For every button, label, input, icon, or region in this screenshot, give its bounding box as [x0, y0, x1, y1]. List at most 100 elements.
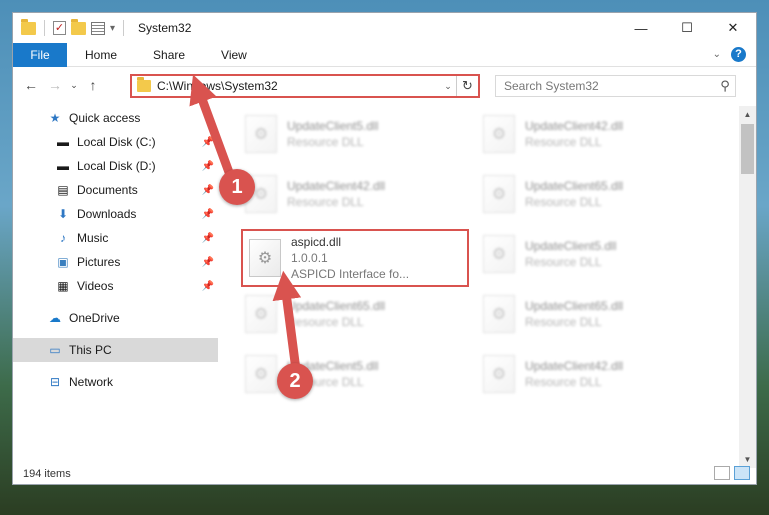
status-bar: 194 items: [13, 464, 756, 484]
list-item[interactable]: ⚙ UpdateClient42.dll Resource DLL: [245, 170, 465, 218]
close-button[interactable]: ✕: [710, 13, 756, 43]
sidebar-item-videos[interactable]: ▦ Videos 📌: [13, 274, 218, 298]
tab-file[interactable]: File: [13, 42, 67, 67]
file-name: aspicd.dll: [291, 235, 342, 249]
scroll-up-icon[interactable]: ▲: [739, 106, 756, 123]
search-icon[interactable]: ⚲: [715, 78, 735, 94]
list-item[interactable]: ⚙ UpdateClient5.dll Resource DLL: [245, 110, 465, 158]
dll-file-icon: ⚙: [245, 295, 277, 333]
sidebar-item-documents[interactable]: ▤ Documents 📌: [13, 178, 218, 202]
sidebar-item-label: OneDrive: [69, 311, 120, 325]
chevron-down-icon[interactable]: ▾: [110, 23, 115, 34]
dll-file-icon: ⚙: [483, 115, 515, 153]
recent-locations-icon[interactable]: ⌄: [67, 80, 81, 91]
sidebar-item-quick-access[interactable]: ★ Quick access: [13, 106, 218, 130]
list-item[interactable]: ⚙ UpdateClient65.dll Resource DLL: [483, 170, 703, 218]
new-folder-icon[interactable]: [71, 18, 86, 35]
back-arrow-icon[interactable]: ←: [19, 77, 43, 93]
sidebar-item-local-disk-c[interactable]: ▬ Local Disk (C:) 📌: [13, 130, 218, 154]
dll-file-icon: ⚙: [245, 115, 277, 153]
sidebar-item-network[interactable]: ⊟ Network: [13, 370, 218, 394]
dll-file-icon: ⚙: [245, 355, 277, 393]
sidebar-item-this-pc[interactable]: ▭ This PC: [13, 338, 218, 362]
scrollbar-thumb[interactable]: [741, 124, 754, 174]
properties-check-icon[interactable]: ✓: [53, 21, 66, 35]
up-arrow-icon[interactable]: ↑: [81, 77, 105, 93]
address-bar[interactable]: C:\Windows\System32 ⌄ ↻: [130, 74, 480, 98]
dll-file-icon: ⚙: [483, 295, 515, 333]
file-description: Resource DLL: [525, 255, 602, 269]
details-view-icon[interactable]: [714, 466, 730, 480]
callout-badge-2: 2: [277, 363, 313, 399]
search-input[interactable]: Search System32 ⚲: [495, 75, 736, 97]
sidebar-item-label: This PC: [69, 343, 112, 357]
file-description: Resource DLL: [525, 195, 602, 209]
list-item-aspicd[interactable]: ⚙ aspicd.dll 1.0.0.1 ASPICD Interface fo…: [241, 229, 469, 287]
file-name: UpdateClient42.dll: [287, 179, 386, 193]
file-name: UpdateClient42.dll: [525, 119, 624, 133]
sidebar-item-label: Music: [77, 231, 109, 245]
tab-share[interactable]: Share: [135, 48, 203, 62]
toolbar-separator: [123, 20, 125, 36]
callout-badge-1: 1: [219, 169, 255, 205]
navigation-pane: ★ Quick access ▬ Local Disk (C:) 📌 ▬ Loc…: [13, 106, 218, 466]
cloud-icon: ☁: [49, 311, 61, 325]
expand-ribbon-icon[interactable]: ⌄: [713, 49, 721, 60]
file-description: Resource DLL: [525, 375, 602, 389]
search-placeholder[interactable]: Search System32: [496, 79, 715, 93]
drive-icon: ▬: [57, 135, 69, 149]
file-description: Resource DLL: [287, 315, 364, 329]
pin-icon[interactable]: 📌: [202, 137, 214, 148]
videos-icon: ▦: [57, 279, 69, 293]
file-list: ⚙ UpdateClient5.dll Resource DLL ⚙ Update…: [233, 106, 733, 466]
pin-icon[interactable]: 📌: [202, 185, 214, 196]
minimize-button[interactable]: —: [618, 13, 664, 43]
address-dropdown-icon[interactable]: ⌄: [440, 81, 456, 92]
address-path[interactable]: C:\Windows\System32: [157, 79, 440, 93]
help-icon[interactable]: ?: [731, 47, 746, 62]
list-item[interactable]: ⚙ UpdateClient5.dll Resource DLL: [483, 230, 703, 278]
large-icons-view-icon[interactable]: [734, 466, 750, 480]
sidebar-item-label: Videos: [77, 279, 114, 293]
network-icon: ⊟: [49, 375, 61, 389]
sidebar-item-label: Network: [69, 375, 114, 389]
refresh-icon[interactable]: ↻: [456, 76, 478, 96]
music-icon: ♪: [60, 231, 66, 245]
quick-access-toolbar: ✓ ▾ System32: [13, 18, 192, 36]
sidebar-item-local-disk-d[interactable]: ▬ Local Disk (D:) 📌: [13, 154, 218, 178]
sidebar-item-label: Local Disk (D:): [77, 159, 156, 173]
pin-icon[interactable]: 📌: [202, 209, 214, 220]
pin-icon[interactable]: 📌: [202, 281, 214, 292]
folder-icon: [21, 18, 36, 35]
window-title: System32: [138, 21, 192, 35]
file-description: ASPICD Interface fo...: [291, 267, 410, 281]
maximize-button[interactable]: ☐: [664, 13, 710, 43]
toolbar-separator: [44, 20, 45, 36]
sidebar-item-label: Documents: [77, 183, 138, 197]
list-item[interactable]: ⚙ UpdateClient65.dll Resource DLL: [483, 290, 703, 338]
list-item[interactable]: ⚙ UpdateClient42.dll Resource DLL: [483, 350, 703, 398]
tab-home[interactable]: Home: [67, 48, 135, 62]
ribbon-tabs: File Home Share View ⌄ ?: [13, 42, 756, 67]
dll-file-icon: ⚙: [483, 175, 515, 213]
file-description: Resource DLL: [287, 195, 364, 209]
vertical-scrollbar[interactable]: ▲ ▼: [739, 106, 756, 468]
sidebar-item-downloads[interactable]: ⬇ Downloads 📌: [13, 202, 218, 226]
list-item[interactable]: ⚙ UpdateClient42.dll Resource DLL: [483, 110, 703, 158]
pictures-icon: ▣: [57, 255, 69, 269]
pin-icon[interactable]: 📌: [202, 233, 214, 244]
properties-icon[interactable]: [91, 21, 105, 35]
pin-icon[interactable]: 📌: [202, 161, 214, 172]
sidebar-item-label: Downloads: [77, 207, 137, 221]
pin-icon[interactable]: 📌: [202, 257, 214, 268]
dll-file-icon: ⚙: [249, 239, 281, 277]
sidebar-item-music[interactable]: ♪ Music 📌: [13, 226, 218, 250]
tab-view[interactable]: View: [203, 48, 265, 62]
sidebar-item-onedrive[interactable]: ☁ OneDrive: [13, 306, 218, 330]
drive-icon: ▬: [57, 159, 69, 173]
sidebar-item-pictures[interactable]: ▣ Pictures 📌: [13, 250, 218, 274]
list-item[interactable]: ⚙ UpdateClient65.dll Resource DLL: [245, 290, 465, 338]
forward-arrow-icon[interactable]: →: [43, 77, 67, 93]
